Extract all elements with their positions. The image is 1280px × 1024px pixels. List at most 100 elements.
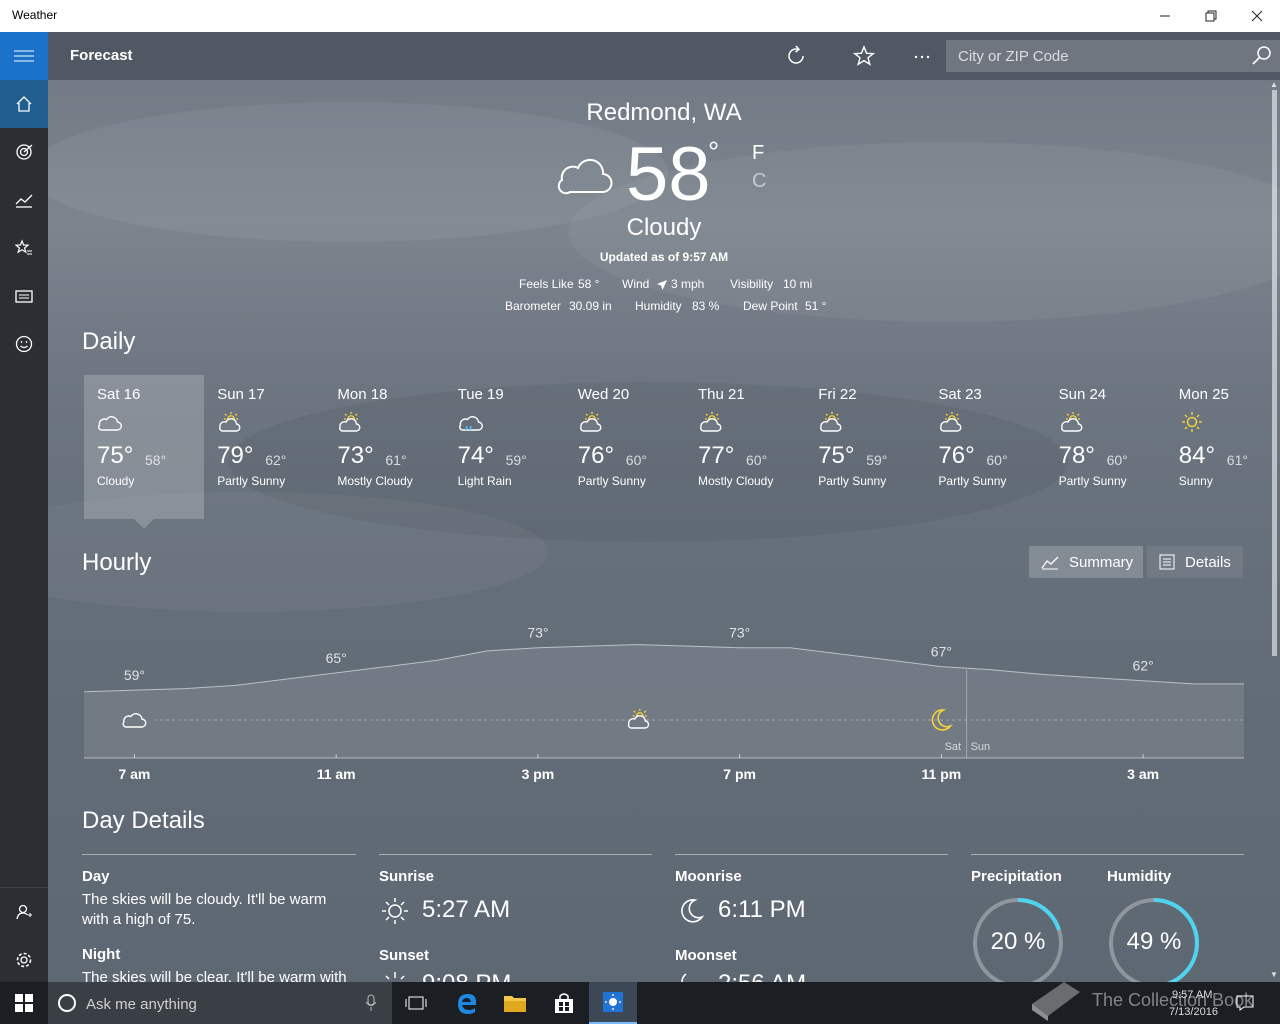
hourly-area: [84, 644, 1244, 758]
day-low: 61°: [385, 452, 407, 468]
day-name: Fri 22: [818, 386, 857, 403]
nav-maps[interactable]: [0, 128, 48, 176]
search-button[interactable]: [1250, 44, 1274, 68]
day-name: Sun 17: [217, 386, 265, 403]
refresh-icon: [788, 45, 804, 64]
edge-icon: [458, 994, 476, 1014]
restore-button[interactable]: [1188, 0, 1234, 32]
visibility-label: Visibility: [730, 277, 774, 291]
weather-app-button[interactable]: [589, 982, 637, 1024]
day-divider-right: Sun: [971, 741, 991, 753]
updated-time: Updated as of 9:57 AM: [599, 250, 729, 264]
microphone-icon[interactable]: [364, 994, 378, 1012]
file-explorer-button[interactable]: [491, 982, 539, 1024]
day-name: Sat 16: [97, 386, 141, 403]
daily-card-3[interactable]: Tue 19 74° 59° Light Rain: [445, 375, 565, 519]
nav-feedback[interactable]: [0, 320, 48, 368]
wind-label: Wind: [622, 277, 650, 291]
wind-value: 3 mph: [671, 277, 705, 291]
day-high: 77°: [698, 442, 735, 469]
nav-places[interactable]: [0, 224, 48, 272]
day-name: Mon 25: [1178, 386, 1229, 403]
daily-card-4[interactable]: Wed 20 76° 60° Partly Sunny: [565, 375, 685, 519]
nav-settings[interactable]: [0, 936, 48, 984]
humidity-detail-value: 49 %: [1126, 928, 1182, 955]
nav-account[interactable]: [0, 888, 48, 936]
daily-card-6[interactable]: Fri 22 75° 59° Partly Sunny: [805, 375, 925, 519]
more-button[interactable]: [910, 44, 934, 68]
clock-date[interactable]: 7/13/2016: [1169, 1006, 1218, 1018]
star-list-icon: [15, 239, 32, 255]
moonrise-label: Moonrise: [675, 868, 742, 885]
refresh-button[interactable]: [784, 44, 808, 68]
search-input[interactable]: [946, 40, 1236, 72]
daily-title: Daily: [82, 328, 136, 355]
day-low: 60°: [1106, 452, 1128, 468]
nav-forecast[interactable]: [0, 80, 48, 128]
favorite-button[interactable]: [852, 44, 876, 68]
close-icon: [1251, 10, 1263, 22]
barometer-label: Barometer: [505, 299, 562, 313]
more-icon: [914, 55, 930, 59]
scroll-down-arrow[interactable]: ▼: [1270, 970, 1278, 979]
start-button[interactable]: [0, 982, 48, 1024]
app-header: Forecast: [48, 32, 1280, 80]
sunny-icon: [1181, 412, 1202, 432]
hourly-chart[interactable]: 59° 65° 73° 73° 67° 62° 7 am 11 am 3 pm 7 pm 11 pm…: [84, 592, 1244, 792]
cortana-search-box[interactable]: [48, 982, 392, 1024]
unit-celsius-toggle[interactable]: C: [752, 170, 766, 193]
light-rain-icon: [458, 416, 483, 431]
edge-button[interactable]: [443, 982, 491, 1024]
day-low: 61°: [1226, 452, 1248, 468]
details-toggle-button[interactable]: Details: [1147, 546, 1243, 578]
daily-card-0[interactable]: Sat 16 75° 58° Cloudy: [84, 375, 204, 519]
day-condition: Partly Sunny: [217, 474, 286, 488]
minimize-icon: [1160, 15, 1170, 17]
scrollbar-thumb[interactable]: [1272, 90, 1277, 656]
cortana-input[interactable]: [84, 992, 348, 1016]
action-center-icon[interactable]: [1236, 995, 1254, 1011]
unit-fahrenheit-toggle[interactable]: F: [752, 142, 764, 165]
day-name: Sun 24: [1058, 386, 1107, 403]
close-button[interactable]: [1234, 0, 1280, 32]
day-details-title: Day Details: [82, 807, 205, 834]
daily-card-2[interactable]: Mon 18 73° 61° Mostly Cloudy: [324, 375, 444, 519]
summary-toggle-button[interactable]: Summary: [1029, 546, 1143, 578]
daily-card-1[interactable]: Sun 17 79° 62° Partly Sunny: [204, 375, 324, 519]
minimize-button[interactable]: [1142, 0, 1188, 32]
day-condition: Partly Sunny: [1058, 474, 1127, 488]
store-icon: [555, 993, 573, 1013]
account-icon: [16, 904, 32, 920]
dew-point-value: 51 °: [805, 299, 827, 313]
night-label: Night: [82, 946, 121, 963]
day-condition: Sunny: [1178, 474, 1213, 488]
moon-icon: [681, 899, 705, 923]
store-button[interactable]: [540, 982, 588, 1024]
watermark-book-logo: [1032, 982, 1080, 1021]
moonset-time: 2:56 AM: [718, 970, 806, 982]
list-icon: [1159, 554, 1175, 570]
clock-time[interactable]: 9:57 AM: [1172, 989, 1212, 1001]
smiley-icon: [15, 335, 33, 353]
daily-card-7[interactable]: Sat 23 76° 60° Partly Sunny: [925, 375, 1045, 519]
day-high: 78°: [1058, 442, 1095, 469]
tick-label: 7 am: [118, 766, 150, 782]
value-label: 67°: [931, 644, 952, 660]
search-box: [946, 40, 1280, 72]
scroll-up-arrow[interactable]: ▲: [1270, 80, 1278, 89]
gear-icon: [16, 952, 32, 968]
tick-label: 7 pm: [723, 766, 756, 782]
day-high: 75°: [818, 442, 855, 469]
moonset-icon: [681, 973, 687, 982]
hamburger-menu-button[interactable]: [0, 32, 48, 80]
day-low: 62°: [265, 452, 287, 468]
day-high: 79°: [217, 442, 254, 469]
weather-sun-icon: [603, 992, 623, 1012]
nav-historical-weather[interactable]: [0, 176, 48, 224]
mostly-cloudy-icon: [700, 412, 722, 432]
daily-card-5[interactable]: Thu 21 77° 60° Mostly Cloudy: [685, 375, 805, 519]
daily-card-9[interactable]: Mon 25 84° 61° Sunny: [1166, 375, 1280, 519]
task-view-button[interactable]: [392, 982, 440, 1024]
daily-card-8[interactable]: Sun 24 78° 60° Partly Sunny: [1046, 375, 1166, 519]
nav-news[interactable]: [0, 272, 48, 320]
